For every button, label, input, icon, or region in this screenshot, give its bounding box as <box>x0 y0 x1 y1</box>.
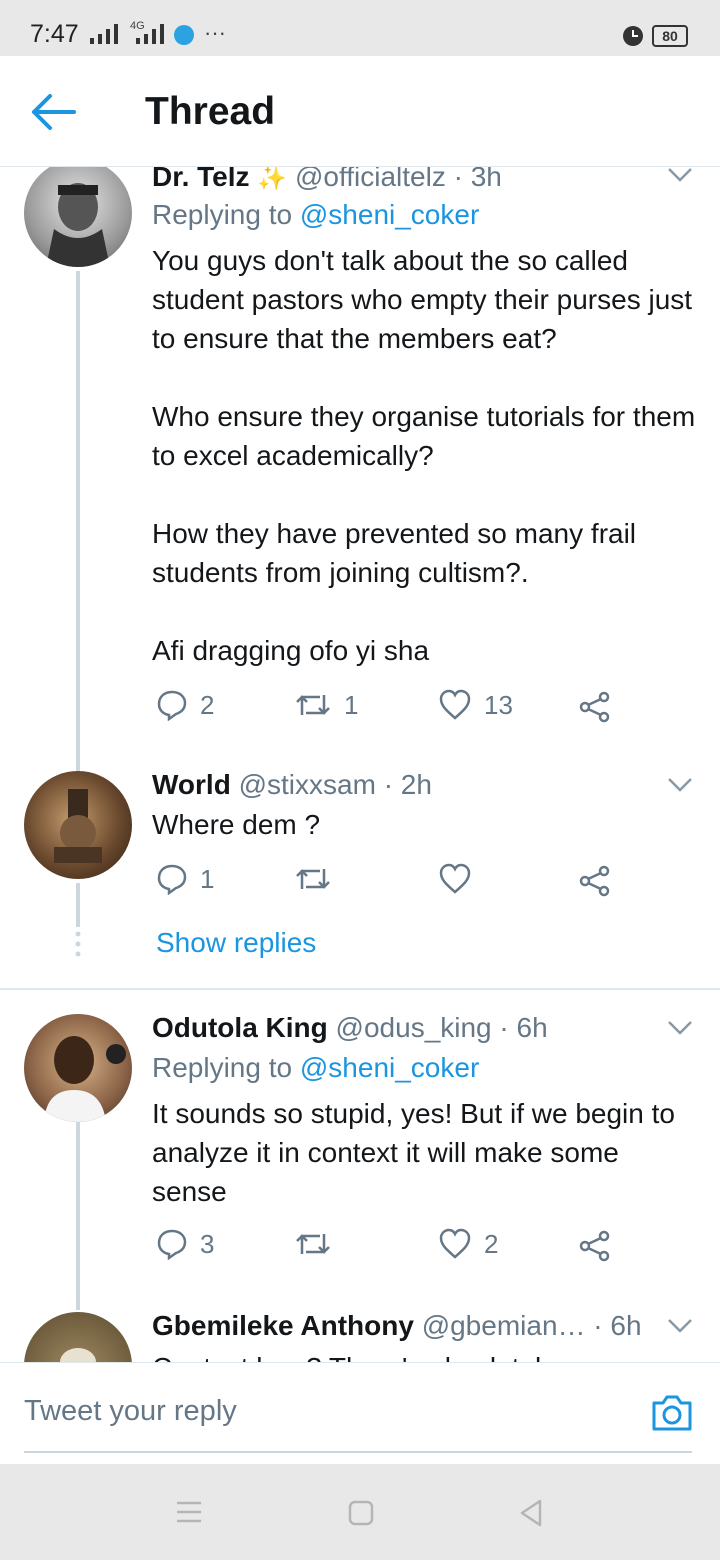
thread-line <box>76 883 80 927</box>
share-icon[interactable] <box>578 691 612 723</box>
avatar-image <box>60 1348 96 1362</box>
like-count: 2 <box>484 1228 499 1259</box>
tweet-4[interactable]: Gbemileke Anthony @gbemian… · 6h Context… <box>0 1310 720 1362</box>
tweet-2[interactable]: World @stixxsam · 2h Where dem ? 1 Show … <box>0 723 720 988</box>
share-icon[interactable] <box>578 865 612 897</box>
display-name[interactable]: World <box>152 769 231 800</box>
thread-line <box>76 271 80 743</box>
tweet-actions: 2 1 13 <box>152 689 652 729</box>
menu-nav-icon[interactable] <box>176 1500 202 1524</box>
avatar[interactable] <box>24 1312 132 1362</box>
avatar[interactable] <box>24 771 132 879</box>
chevron-down-icon[interactable] <box>667 1318 693 1334</box>
reply-button[interactable]: 2 <box>156 689 214 721</box>
signal-2-icon <box>136 24 164 44</box>
system-nav-bar <box>0 1464 720 1560</box>
camera-icon[interactable] <box>650 1393 694 1433</box>
display-name[interactable]: Dr. Telz <box>152 167 250 192</box>
replying-to: Replying to @sheni_coker <box>152 1052 480 1083</box>
handle: @stixxsam · 2h <box>238 769 432 800</box>
chevron-down-icon[interactable] <box>667 777 693 793</box>
avatar-image <box>46 183 110 267</box>
reply-button[interactable]: 3 <box>156 1228 214 1260</box>
chevron-down-icon[interactable] <box>667 1020 693 1036</box>
like-icon <box>439 689 471 720</box>
tweet-header: Odutola King @odus_king · 6h <box>152 1012 548 1044</box>
reply-count: 1 <box>200 863 215 894</box>
tweet-header: World @stixxsam · 2h <box>152 769 432 801</box>
tweet-text: Context kwa? There's absolutely no <box>152 1348 697 1362</box>
avatar[interactable] <box>24 1014 132 1122</box>
share-icon[interactable] <box>578 1230 612 1262</box>
signal-icon <box>90 24 118 44</box>
avatar-image <box>54 789 102 863</box>
tweet-text: You guys don't talk about the so called … <box>152 245 696 666</box>
thread-more-dots <box>75 931 81 957</box>
like-button[interactable] <box>438 863 484 895</box>
reply-icon <box>157 690 187 721</box>
reply-icon <box>157 864 187 895</box>
like-icon <box>439 1228 471 1259</box>
tweet-header: Dr. Telz ✨ @officialtelz · 3h <box>152 167 502 193</box>
tweet-actions: 1 <box>152 863 652 903</box>
more-notifications-icon: ··· <box>204 20 226 45</box>
tweet-header: Gbemileke Anthony @gbemian… · 6h <box>152 1310 642 1342</box>
reply-input-underline <box>24 1451 692 1453</box>
tweet-text: Where dem ? <box>152 809 321 840</box>
mention-link[interactable]: @sheni_coker <box>300 1052 479 1083</box>
tweet-actions: 3 2 <box>152 1228 652 1268</box>
chevron-down-icon[interactable] <box>667 167 693 183</box>
retweet-count: 1 <box>344 689 359 720</box>
reply-count: 3 <box>200 1228 215 1259</box>
retweet-icon <box>296 1234 330 1254</box>
sparkles-icon: ✨ <box>257 167 288 192</box>
tweet-1[interactable]: Dr. Telz ✨ @officialtelz · 3h Replying t… <box>0 167 720 743</box>
tweet-3[interactable]: Odutola King @odus_king · 6h Replying to… <box>0 990 720 1310</box>
mention-link[interactable]: @sheni_coker <box>300 199 479 230</box>
avatar-image <box>44 1036 126 1122</box>
back-nav-icon[interactable] <box>518 1498 544 1528</box>
reply-count: 2 <box>200 689 215 720</box>
handle: @officialtelz · 3h <box>294 167 502 192</box>
tweet-reply-input[interactable]: Tweet your reply <box>24 1395 237 1428</box>
home-nav-icon[interactable] <box>348 1500 374 1526</box>
reply-button[interactable]: 1 <box>156 863 214 895</box>
retweet-button[interactable] <box>294 863 344 895</box>
retweet-button[interactable] <box>294 1228 344 1260</box>
tweet-text: It sounds so stupid, yes! But if we begi… <box>152 1098 683 1207</box>
header: Thread <box>0 56 720 167</box>
telegram-icon <box>174 25 194 45</box>
like-button[interactable]: 2 <box>438 1228 498 1260</box>
page-title: Thread <box>145 90 276 133</box>
retweet-button[interactable]: 1 <box>294 689 358 721</box>
alarm-icon <box>623 26 643 46</box>
replying-to: Replying to @sheni_coker <box>152 199 480 230</box>
status-bar: 7:47 4G ··· 80 <box>0 0 720 56</box>
reply-bar: Tweet your reply <box>0 1362 720 1463</box>
avatar[interactable] <box>24 167 132 267</box>
retweet-icon <box>296 869 330 889</box>
display-name[interactable]: Odutola King <box>152 1012 328 1043</box>
status-time: 7:47 <box>30 20 79 48</box>
thread-line <box>76 1122 80 1310</box>
reply-icon <box>157 1229 187 1260</box>
retweet-icon <box>296 695 330 715</box>
like-button[interactable]: 13 <box>438 689 513 721</box>
back-arrow-icon[interactable] <box>30 92 82 132</box>
show-replies-link[interactable]: Show replies <box>156 927 316 959</box>
thread-line-top <box>76 723 80 771</box>
like-icon <box>439 863 471 894</box>
battery-indicator: 80 <box>652 25 688 47</box>
display-name[interactable]: Gbemileke Anthony <box>152 1310 414 1341</box>
handle: @gbemian… · 6h <box>421 1310 642 1341</box>
handle: @odus_king · 6h <box>335 1012 548 1043</box>
like-count: 13 <box>484 689 513 720</box>
